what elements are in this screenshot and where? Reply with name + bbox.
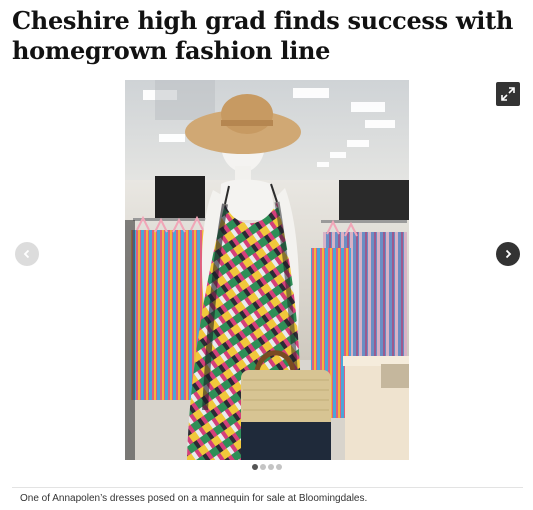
slide-dot[interactable] [259, 464, 266, 470]
expand-icon [501, 87, 515, 101]
chevron-right-icon [505, 249, 512, 259]
chevron-left-icon [23, 249, 30, 259]
slide-indicator [0, 464, 533, 472]
photo-gallery [0, 80, 533, 480]
caption-divider [12, 487, 523, 488]
slide-dot[interactable] [267, 464, 274, 470]
expand-button[interactable] [496, 82, 520, 106]
previous-slide-button[interactable] [15, 242, 39, 266]
slide-dot[interactable] [275, 464, 282, 470]
article-headline: Cheshire high grad finds success with ho… [12, 6, 514, 65]
slide-dot[interactable] [251, 464, 258, 470]
next-slide-button[interactable] [496, 242, 520, 266]
photo-caption: One of Annapolen’s dresses posed on a ma… [20, 493, 368, 504]
gallery-photo[interactable] [125, 80, 409, 460]
